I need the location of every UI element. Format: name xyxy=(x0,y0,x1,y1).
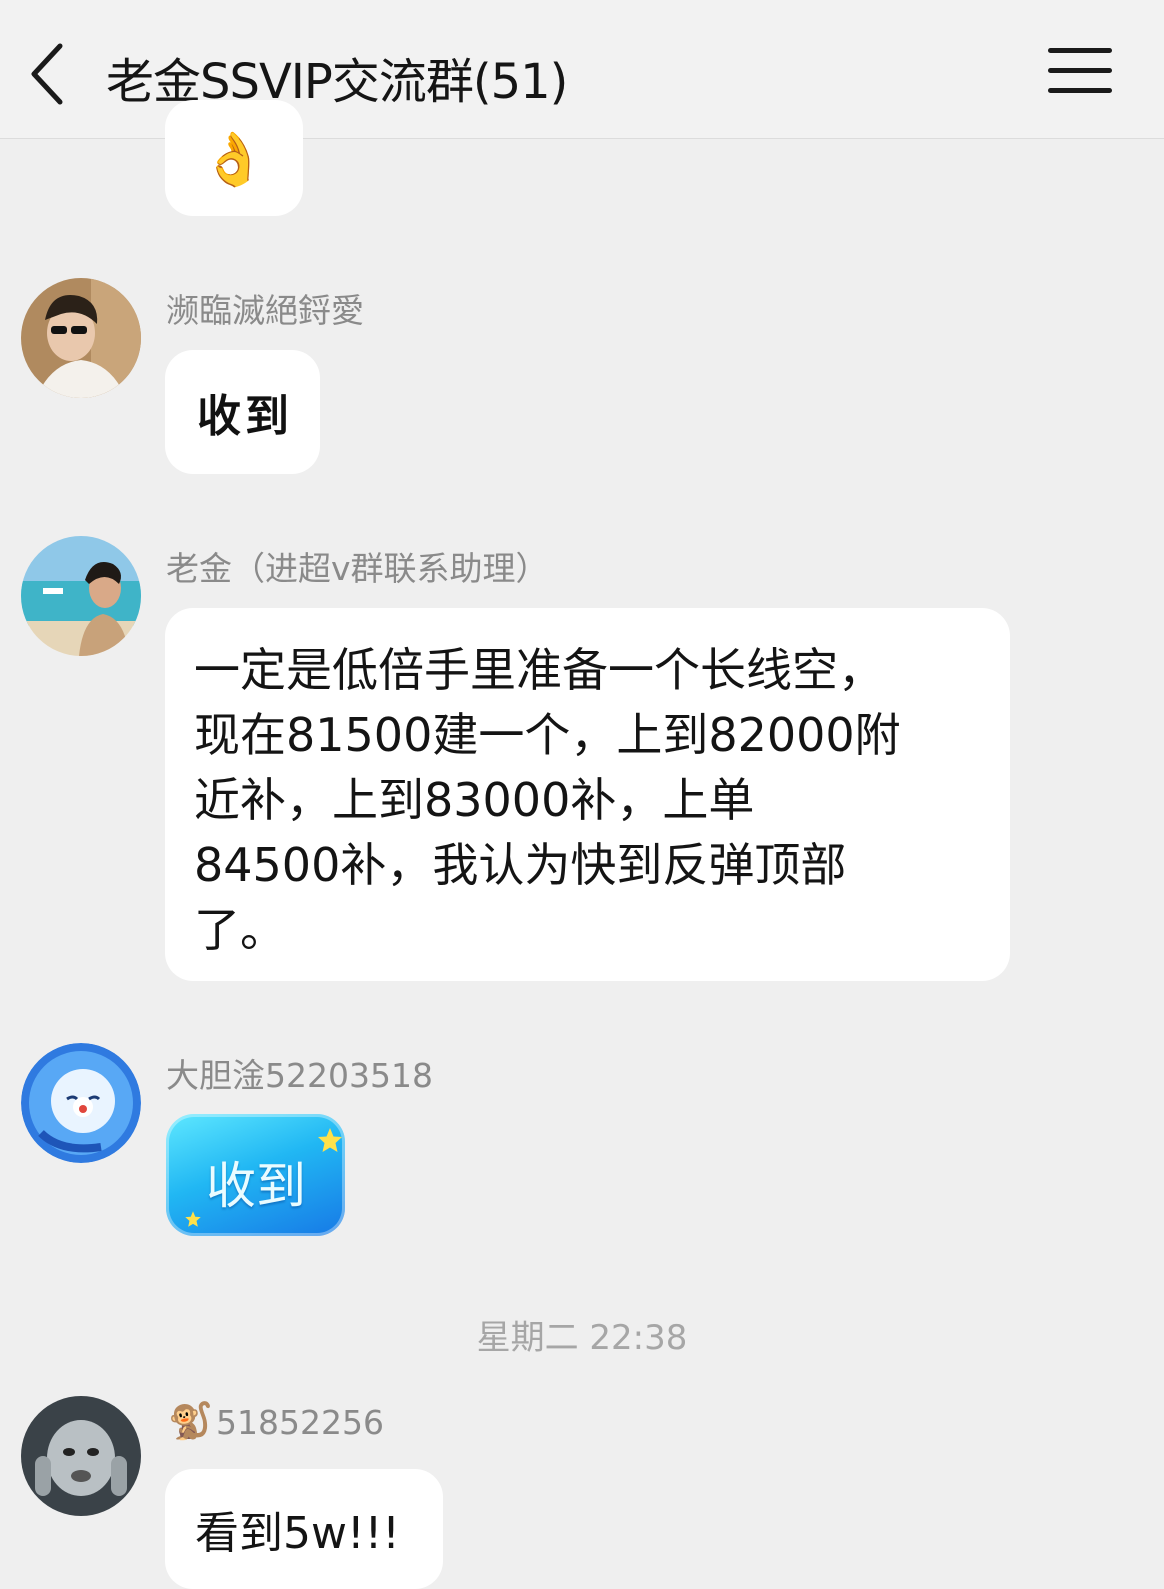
message-line: 近补，上到83000补，上单 xyxy=(194,773,755,827)
star-icon xyxy=(318,1128,342,1152)
monkey-emoji: 🐒 xyxy=(168,1401,213,1442)
avatar[interactable] xyxy=(21,536,141,656)
message-bubble-emoji[interactable]: 👌 xyxy=(165,100,303,216)
message-line: 一定是低倍手里准备一个长线空， xyxy=(194,643,884,697)
sender-name[interactable]: 51852256 xyxy=(216,1403,384,1442)
ok-hand-emoji: 👌 xyxy=(201,130,266,190)
sender-name[interactable]: 老金（进超v群联系助理） xyxy=(166,542,549,590)
chevron-left-icon xyxy=(31,43,63,105)
message-text: 一定是低倍手里准备一个长线空， 现在81500建一个，上到82000附 近补，上… xyxy=(194,638,994,963)
sender-name[interactable]: 大胆淦52203518 xyxy=(166,1049,433,1097)
star-icon xyxy=(185,1211,201,1227)
message-text: 看到5w!!! xyxy=(195,1508,400,1559)
message-line: 84500补，我认为快到反弹顶部 xyxy=(194,838,847,892)
sticker-bubble[interactable]: 收到 xyxy=(166,1114,345,1236)
time-divider: 星期二 22:38 xyxy=(476,1318,688,1358)
menu-button[interactable] xyxy=(1048,48,1112,100)
message-line: 现在81500建一个，上到82000附 xyxy=(194,708,901,762)
chat-title: 老金SSVIP交流群(51) xyxy=(106,54,568,110)
avatar[interactable] xyxy=(21,278,141,398)
hamburger-menu-icon xyxy=(1048,48,1112,93)
message-line: 了。 xyxy=(194,903,286,957)
avatar[interactable] xyxy=(21,1396,141,1516)
message-bubble[interactable]: 看到5w!!! xyxy=(165,1469,443,1589)
avatar[interactable] xyxy=(21,1043,141,1163)
back-button[interactable] xyxy=(22,38,78,110)
message-text: 收到 xyxy=(197,391,293,442)
message-text: 收到 xyxy=(206,1157,306,1215)
sender-name[interactable]: 濒臨滅絕鋝愛 xyxy=(166,284,364,332)
message-bubble[interactable]: 收到 xyxy=(165,350,320,474)
